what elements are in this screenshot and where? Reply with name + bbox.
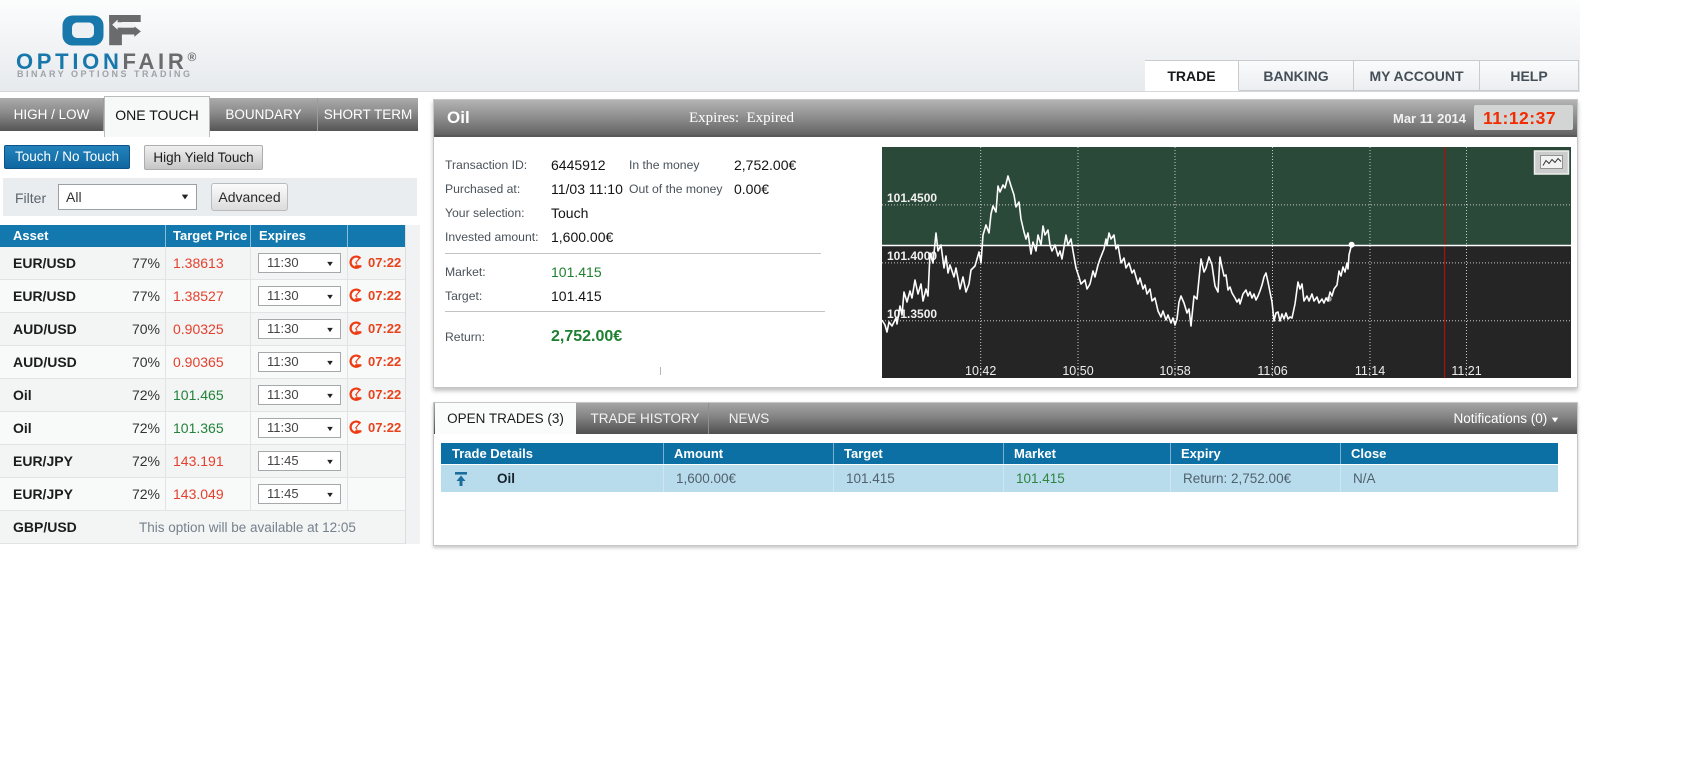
svg-text:11:06: 11:06 (1257, 364, 1287, 378)
svg-text:10:58: 10:58 (1159, 364, 1190, 378)
svg-text:101.4500: 101.4500 (887, 191, 937, 205)
svg-text:11:14: 11:14 (1355, 364, 1385, 378)
svg-text:11:21: 11:21 (1451, 364, 1481, 378)
svg-text:10:42: 10:42 (965, 364, 996, 378)
svg-text:10:50: 10:50 (1062, 364, 1093, 378)
svg-text:101.3500: 101.3500 (887, 307, 937, 321)
